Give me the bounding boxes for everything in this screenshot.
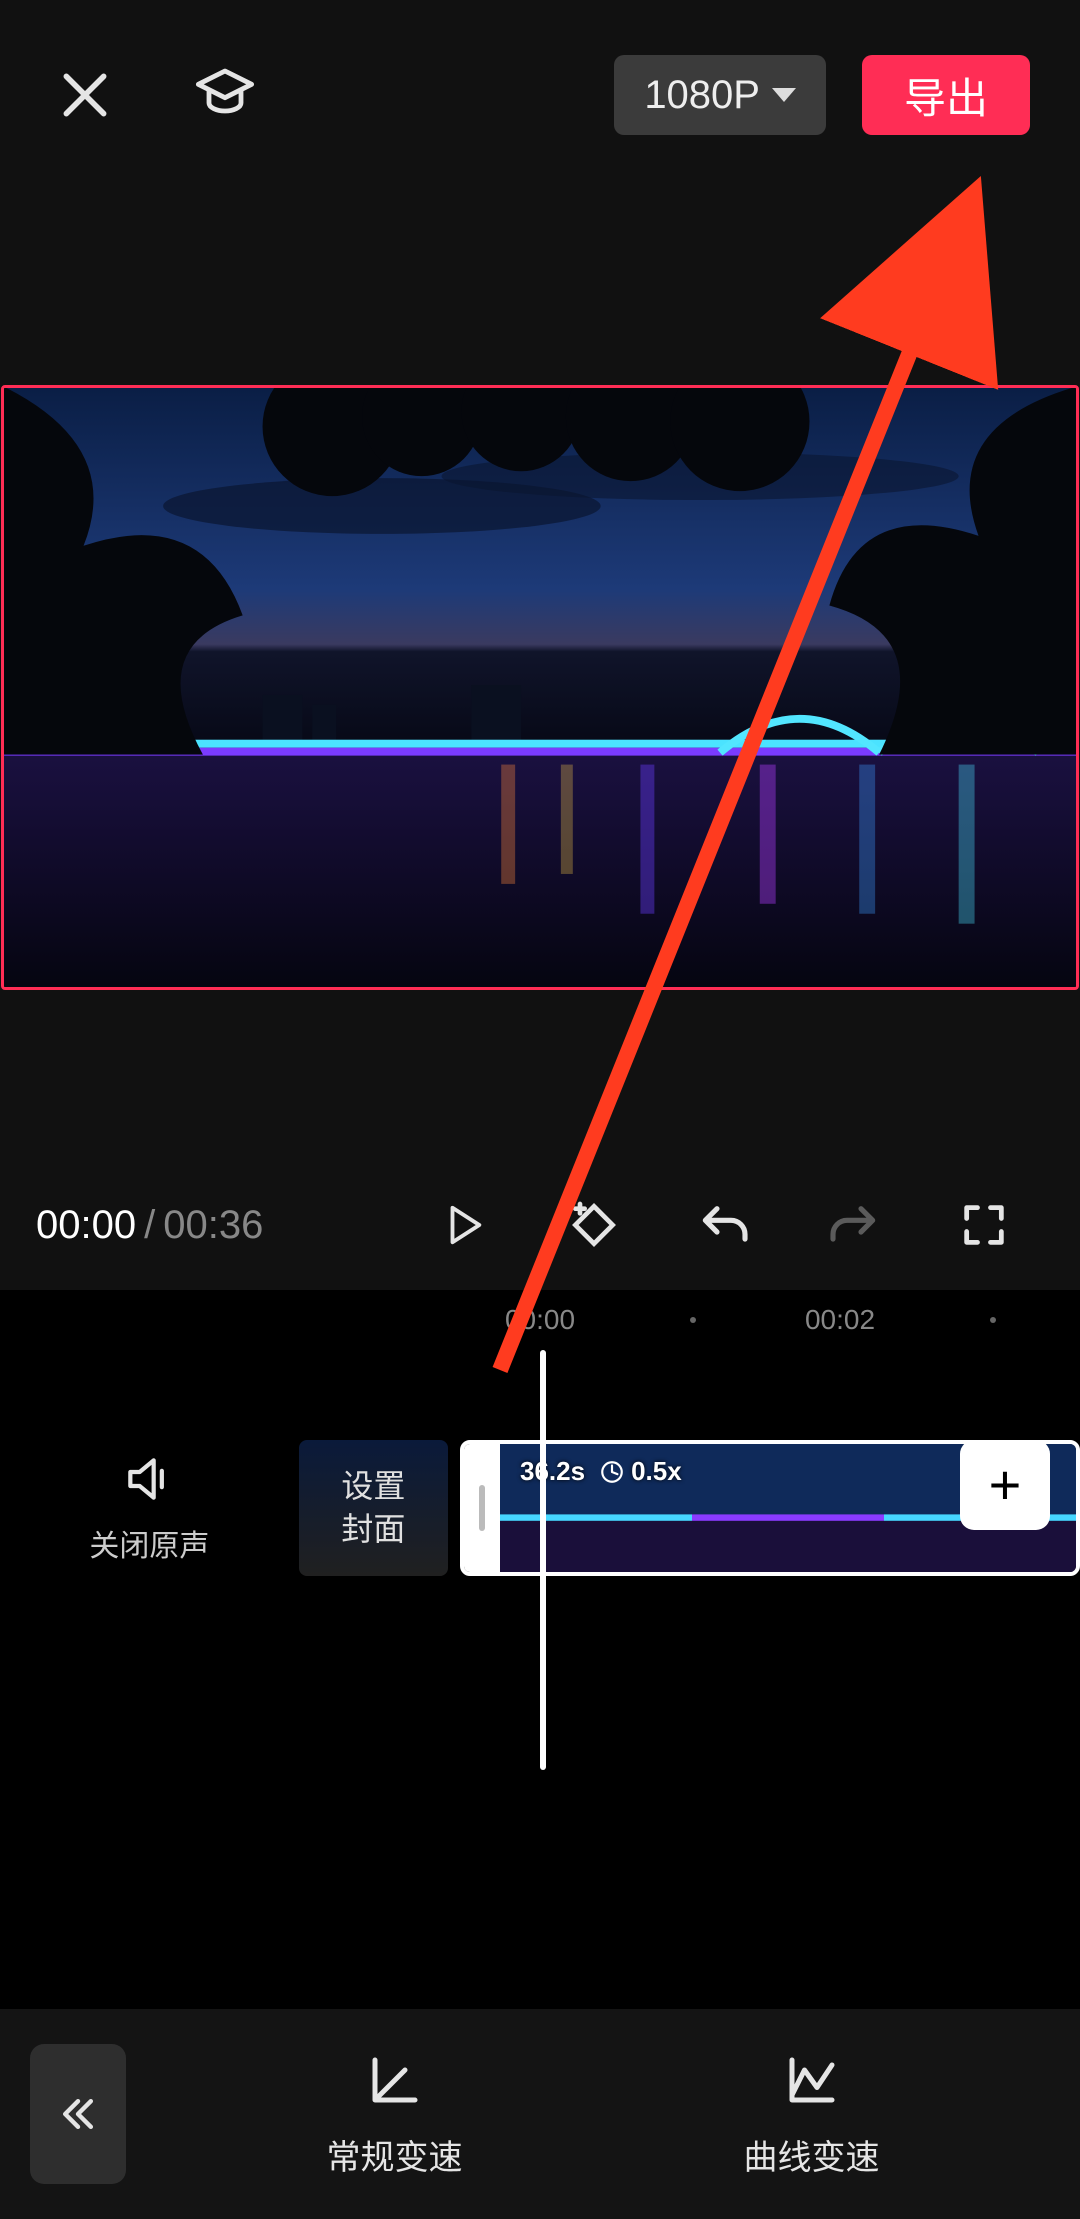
- playback-bar: 00:00/00:36: [0, 1160, 1080, 1290]
- speed-icon: [599, 1459, 625, 1485]
- tool-curve-speed[interactable]: 曲线变速: [744, 2050, 880, 2179]
- playhead[interactable]: [540, 1350, 546, 1770]
- clip-duration-badge: 36.2s: [520, 1456, 585, 1487]
- video-canvas[interactable]: [1, 385, 1079, 990]
- play-button[interactable]: [429, 1190, 499, 1260]
- clip-handle-left[interactable]: [464, 1444, 500, 1572]
- timeline-area[interactable]: 00:00 00:02 关闭原声 设置 封面 36.2s 0.5x: [0, 1290, 1080, 2010]
- current-time: 00:00: [36, 1203, 136, 1247]
- curve-speed-icon: [782, 2050, 842, 2110]
- chevron-double-left-icon: [56, 2092, 100, 2136]
- tool-curve-label: 曲线变速: [744, 2130, 880, 2179]
- keyframe-icon: [566, 1197, 622, 1253]
- resolution-dropdown[interactable]: 1080P: [614, 55, 826, 135]
- preview-illustration: [4, 388, 1076, 987]
- redo-button[interactable]: [819, 1190, 889, 1260]
- tutorial-button[interactable]: [190, 60, 260, 130]
- graduation-cap-icon: [193, 63, 257, 127]
- chevron-down-icon: [772, 88, 796, 102]
- export-button[interactable]: 导出: [862, 55, 1030, 135]
- close-icon: [57, 67, 113, 123]
- set-cover-button[interactable]: 设置 封面: [299, 1440, 448, 1576]
- time-ruler: 00:00 00:02: [0, 1290, 1080, 1350]
- normal-speed-icon: [365, 2050, 425, 2110]
- add-clip-button[interactable]: +: [960, 1440, 1050, 1530]
- back-button[interactable]: [30, 2044, 126, 2184]
- time-separator: /: [136, 1203, 163, 1247]
- ruler-dot: [690, 1317, 696, 1323]
- keyframe-button[interactable]: [559, 1190, 629, 1260]
- total-duration: 00:36: [163, 1203, 263, 1247]
- resolution-label: 1080P: [644, 73, 760, 118]
- undo-button[interactable]: [689, 1190, 759, 1260]
- header-left: [50, 60, 260, 130]
- fullscreen-icon: [958, 1199, 1010, 1251]
- time-display: 00:00/00:36: [36, 1203, 263, 1248]
- speaker-icon: [121, 1451, 177, 1507]
- clip-speed-badge: 0.5x: [631, 1456, 682, 1487]
- cover-label: 设置 封面: [341, 1465, 405, 1551]
- mute-label: 关闭原声: [89, 1521, 209, 1565]
- tool-normal-label: 常规变速: [327, 2130, 463, 2179]
- undo-icon: [696, 1197, 752, 1253]
- redo-icon: [826, 1197, 882, 1253]
- fullscreen-button[interactable]: [949, 1190, 1019, 1260]
- preview-area: 00:00/00:36: [0, 190, 1080, 1290]
- ruler-tick-0: 00:00: [505, 1304, 575, 1336]
- close-button[interactable]: [50, 60, 120, 130]
- tool-normal-speed[interactable]: 常规变速: [327, 2050, 463, 2179]
- ruler-dot: [990, 1317, 996, 1323]
- header-bar: 1080P 导出: [0, 0, 1080, 190]
- bottom-toolbar: 常规变速 曲线变速: [0, 2009, 1080, 2219]
- ruler-tick-1: 00:02: [805, 1304, 875, 1336]
- play-icon: [441, 1199, 487, 1251]
- header-right: 1080P 导出: [614, 55, 1030, 135]
- mute-toggle[interactable]: 关闭原声: [0, 1451, 299, 1565]
